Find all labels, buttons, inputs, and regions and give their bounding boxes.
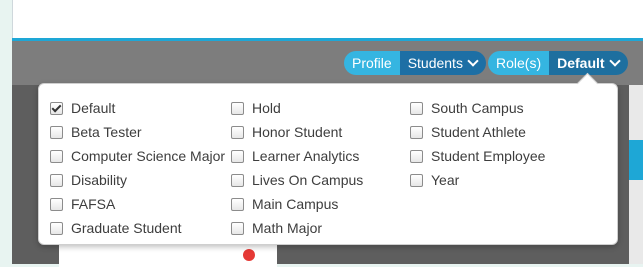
profile-value: Students (407, 55, 463, 71)
roles-label: Role(s) (488, 51, 550, 75)
roles-value-button[interactable]: Default (549, 51, 628, 75)
role-option-computer-science-major[interactable]: Computer Science Major (50, 144, 225, 168)
role-option-lives-on-campus[interactable]: Lives On Campus (231, 168, 363, 192)
profile-selector[interactable]: Profile Students (344, 51, 486, 75)
role-option-main-campus[interactable]: Main Campus (231, 192, 363, 216)
profile-label: Profile (344, 51, 400, 75)
checkbox[interactable] (50, 197, 63, 211)
checkbox[interactable] (50, 173, 63, 187)
role-option-student-athlete[interactable]: Student Athlete (410, 120, 545, 144)
checkbox[interactable] (231, 197, 244, 211)
top-bar (12, 0, 643, 38)
checkbox[interactable] (50, 101, 63, 115)
roles-column-1: Default Beta Tester Computer Science Maj… (50, 96, 225, 240)
checkbox[interactable] (231, 149, 244, 163)
roles-dropdown-menu: Default Beta Tester Computer Science Maj… (38, 83, 618, 245)
status-dot-icon (243, 249, 255, 261)
checkbox[interactable] (50, 149, 63, 163)
role-option-student-employee[interactable]: Student Employee (410, 144, 545, 168)
role-option-hold[interactable]: Hold (231, 96, 363, 120)
role-option-fafsa[interactable]: FAFSA (50, 192, 225, 216)
role-option-math-major[interactable]: Math Major (231, 216, 363, 240)
checkbox[interactable] (410, 101, 423, 115)
role-option-learner-analytics[interactable]: Learner Analytics (231, 144, 363, 168)
roles-selector[interactable]: Role(s) Default (488, 51, 628, 75)
checkbox[interactable] (50, 221, 63, 235)
checkbox[interactable] (231, 173, 244, 187)
profile-value-button[interactable]: Students (399, 51, 486, 75)
chevron-down-icon (608, 55, 621, 67)
role-option-graduate-student[interactable]: Graduate Student (50, 216, 225, 240)
checkbox[interactable] (231, 221, 244, 235)
checkbox[interactable] (410, 173, 423, 187)
role-option-south-campus[interactable]: South Campus (410, 96, 545, 120)
roles-column-2: Hold Honor Student Learner Analytics Liv… (231, 96, 363, 240)
roles-value: Default (557, 55, 605, 71)
role-option-disability[interactable]: Disability (50, 168, 225, 192)
role-option-honor-student[interactable]: Honor Student (231, 120, 363, 144)
role-option-year[interactable]: Year (410, 168, 545, 192)
checkbox[interactable] (410, 149, 423, 163)
chevron-down-icon (467, 55, 479, 67)
checkbox[interactable] (50, 125, 63, 139)
role-option-beta-tester[interactable]: Beta Tester (50, 120, 225, 144)
role-option-default[interactable]: Default (50, 96, 225, 120)
roles-column-3: South Campus Student Athlete Student Emp… (410, 96, 545, 192)
right-panel-strip (629, 85, 643, 264)
checkbox[interactable] (410, 125, 423, 139)
right-panel-tab[interactable] (629, 140, 643, 180)
checkbox[interactable] (231, 125, 244, 139)
checkbox[interactable] (231, 101, 244, 115)
